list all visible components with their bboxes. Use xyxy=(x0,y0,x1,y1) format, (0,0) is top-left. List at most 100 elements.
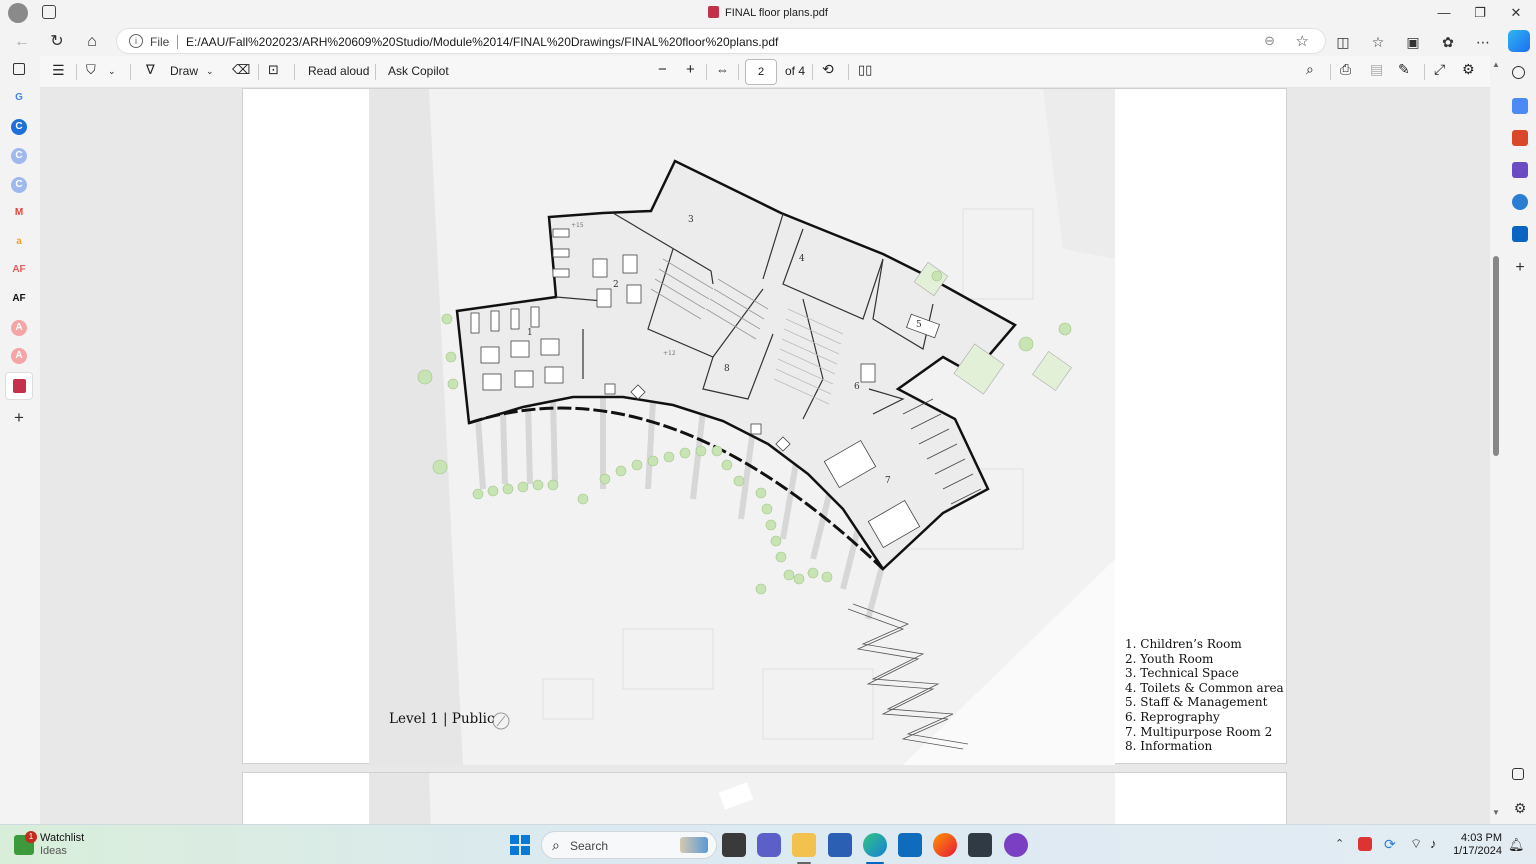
tray-app-icon[interactable] xyxy=(1358,837,1372,851)
edge-icon[interactable] xyxy=(863,833,887,857)
favorite-star-icon[interactable]: ☆ xyxy=(1296,32,1309,50)
close-button[interactable]: ✕ xyxy=(1498,0,1534,26)
tab-icon-light-c[interactable]: C xyxy=(11,148,27,164)
legend-item: 1. Children’s Room xyxy=(1125,637,1242,651)
start-button[interactable] xyxy=(508,833,532,857)
erase-icon[interactable]: ⌫ xyxy=(232,62,250,78)
elev-label-upper: +15 xyxy=(571,222,584,229)
scroll-up-icon[interactable]: ▲ xyxy=(1492,60,1500,69)
tray-sync-icon[interactable]: ⟳ xyxy=(1384,836,1396,853)
home-icon[interactable]: ⌂ xyxy=(82,32,102,52)
firefox-icon[interactable] xyxy=(933,833,957,857)
read-aloud-button[interactable]: Read aloud xyxy=(308,64,369,78)
url-field[interactable]: i File E:/AAU/Fall%202023/ARH%20609%20St… xyxy=(116,28,1326,54)
amazon-app-icon[interactable] xyxy=(968,833,992,857)
rotate-icon[interactable]: ⟲ xyxy=(822,61,834,78)
gmail-tab-icon[interactable]: M xyxy=(11,205,27,221)
wifi-icon[interactable]: ⌔ xyxy=(1410,836,1422,852)
back-icon[interactable]: ← xyxy=(12,32,32,52)
fullscreen-icon[interactable]: ⤢ xyxy=(1434,61,1445,78)
elev-label-lower: +12 xyxy=(663,350,676,357)
task-view-icon[interactable] xyxy=(722,833,746,857)
app-icon-purple[interactable] xyxy=(1004,833,1028,857)
tab-icon-pink-2[interactable]: A xyxy=(11,348,27,364)
tab-icon-light-c-2[interactable]: C xyxy=(11,177,27,193)
save-icon[interactable]: ▤ xyxy=(1370,61,1383,78)
tray-overflow-icon[interactable]: ⌃ xyxy=(1335,837,1344,850)
contents-icon[interactable]: ☰ xyxy=(52,62,65,79)
volume-icon[interactable]: ♪ xyxy=(1430,836,1437,851)
file-explorer-icon[interactable] xyxy=(792,833,816,857)
draw-dropdown-icon[interactable]: ⌄ xyxy=(206,66,214,77)
more-options-icon[interactable]: ⋯ xyxy=(1473,32,1493,52)
teams-icon[interactable] xyxy=(757,833,781,857)
pdf-next-page xyxy=(242,772,1287,824)
amazon-tab-icon[interactable]: a xyxy=(11,234,27,250)
add-text-icon[interactable]: ⊡ xyxy=(268,62,279,78)
draw-icon[interactable]: ∇ xyxy=(146,62,155,78)
page-total-label: of 4 xyxy=(785,64,806,78)
favorites-icon[interactable]: ☆ xyxy=(1368,32,1388,52)
level-title: Level 1 | Public xyxy=(389,711,495,727)
sidebar-tools-icon[interactable] xyxy=(1512,130,1528,146)
highlight-icon[interactable]: ⛉ xyxy=(86,62,96,78)
pdf-viewer[interactable]: 1 2 3 4 5 6 7 8 +15 +12 Level 1 | Public… xyxy=(40,88,1490,824)
window-title: FINAL floor plans.pdf xyxy=(0,6,1536,19)
sidebar-m365-icon[interactable] xyxy=(1512,194,1528,210)
sidebar-search-icon[interactable] xyxy=(1512,66,1525,79)
room-legend: 1. Children’s Room 2. Youth Room 3. Tech… xyxy=(1125,637,1284,754)
af-tab-icon[interactable]: AF xyxy=(11,262,27,278)
sidebar-settings-icon[interactable]: ⚙ xyxy=(1512,800,1528,816)
scroll-down-icon[interactable]: ▼ xyxy=(1492,808,1500,817)
af-tab-icon-2[interactable]: AF xyxy=(11,291,27,307)
pdf-settings-icon[interactable]: ⚙ xyxy=(1462,61,1475,78)
extensions-icon[interactable]: ✿ xyxy=(1438,32,1458,52)
split-screen-icon[interactable]: ◫ xyxy=(1333,32,1353,52)
legend-item: 4. Toilets & Common area xyxy=(1125,680,1284,695)
vertical-tabs-icon[interactable] xyxy=(13,63,25,75)
tab-icon-blue-c[interactable]: C xyxy=(11,119,27,135)
legend-item: 5. Staff & Management xyxy=(1125,695,1268,710)
scrollbar-thumb[interactable] xyxy=(1493,256,1499,456)
maximize-button[interactable]: ❐ xyxy=(1462,0,1498,26)
toolbar-separator xyxy=(738,64,739,80)
new-tab-plus-icon[interactable]: + xyxy=(11,409,27,426)
tab-icon-pink[interactable]: A xyxy=(11,320,27,336)
sidebar-add-icon[interactable]: + xyxy=(1512,260,1528,276)
sidebar-layout-icon[interactable] xyxy=(1512,768,1524,780)
ms-store-icon[interactable] xyxy=(828,833,852,857)
vertical-scrollbar[interactable]: ▲ ▼ xyxy=(1490,56,1504,824)
google-tab-icon[interactable]: G xyxy=(11,90,27,106)
sidebar-shopping-icon[interactable] xyxy=(1512,98,1528,114)
notification-bell-icon[interactable]: 🔔︎ xyxy=(1508,837,1525,853)
page-view-icon[interactable]: ▯▯ xyxy=(858,62,872,78)
info-icon[interactable]: i xyxy=(129,34,143,48)
fit-page-icon[interactable]: ⇔ xyxy=(716,62,729,77)
sidebar-games-icon[interactable] xyxy=(1512,162,1528,178)
find-icon[interactable]: ⌕ xyxy=(1306,61,1314,78)
legend-item: 3. Technical Space xyxy=(1125,666,1239,681)
highlight-dropdown-icon[interactable]: ⌄ xyxy=(108,66,116,77)
file-scheme-label: File xyxy=(150,35,170,49)
refresh-icon[interactable]: ↻ xyxy=(47,32,67,52)
zoom-in-button[interactable]: + xyxy=(686,61,695,78)
mail-icon[interactable] xyxy=(898,833,922,857)
collections-icon[interactable]: ▣ xyxy=(1403,32,1423,52)
save-as-icon[interactable]: ✎ xyxy=(1398,61,1410,78)
page-number-input[interactable]: 2 xyxy=(745,59,777,85)
minimize-button[interactable]: — xyxy=(1426,0,1462,26)
clock-time: 4:03 PM xyxy=(1461,832,1502,844)
draw-button[interactable]: Draw xyxy=(170,64,198,78)
zoom-out-button[interactable]: − xyxy=(658,61,667,78)
watchlist-widget[interactable]: Watchlist Ideas xyxy=(40,832,84,858)
copilot-icon[interactable] xyxy=(1508,30,1530,52)
url-text[interactable]: E:/AAU/Fall%202023/ARH%20609%20Studio/Mo… xyxy=(186,35,778,49)
watchlist-title: Watchlist xyxy=(40,832,85,844)
print-icon[interactable]: ⎙ xyxy=(1340,61,1351,78)
zoom-out-icon[interactable]: ⊖ xyxy=(1264,33,1275,49)
sidebar-outlook-icon[interactable] xyxy=(1512,226,1528,242)
taskbar-search[interactable]: ⌕ Search xyxy=(541,831,717,859)
taskbar-clock[interactable]: 4:03 PM 1/17/2024 xyxy=(1448,832,1502,858)
ask-copilot-button[interactable]: Ask Copilot xyxy=(388,64,449,78)
active-tab-highlight[interactable] xyxy=(5,372,33,400)
